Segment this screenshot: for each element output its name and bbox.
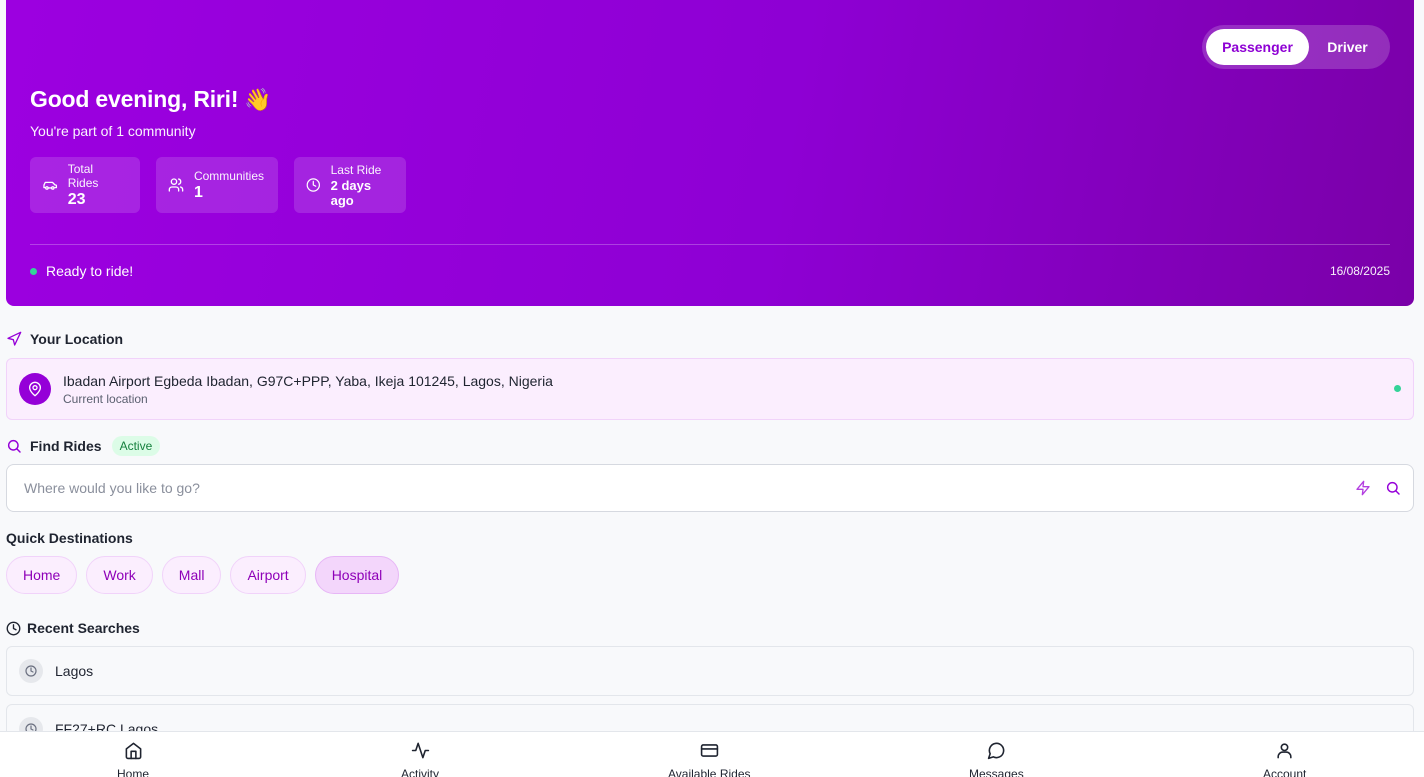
chip-mall[interactable]: Mall [161,556,222,594]
nav-label: Home [117,767,150,777]
community-subtitle: You're part of 1 community [30,123,196,139]
nav-account[interactable]: Account [1263,741,1306,777]
greeting-title: Good evening, Riri! [30,86,239,112]
status-text: Ready to ride! [46,263,134,279]
card-icon [700,744,718,757]
recent-search-text: Lagos [55,663,94,679]
search-icon[interactable] [1385,480,1401,496]
quick-destination-chips: Home Work Mall Airport Hospital [6,556,400,594]
zap-icon[interactable] [1355,480,1371,496]
search-icon [7,439,21,453]
users-icon [168,178,184,192]
nav-home[interactable]: Home [117,741,149,777]
nav-activity[interactable]: Activity [401,741,439,777]
navigation-icon [7,331,22,346]
your-location-header: Your Location [6,331,123,347]
nav-label: Messages [969,767,1024,777]
ride-status: Ready to ride! [30,263,133,279]
current-location-card[interactable]: Ibadan Airport Egbeda Ibadan, G97C+PPP, … [6,358,1414,420]
quick-destinations-header: Quick Destinations [6,530,133,546]
history-icon [19,659,43,683]
destination-search-input[interactable] [24,477,1324,499]
mode-toggle: Passenger Driver [1202,25,1390,69]
passenger-mode-button[interactable]: Passenger [1206,29,1309,65]
location-address: Ibadan Airport Egbeda Ibadan, G97C+PPP, … [63,373,553,389]
status-badge: Active [111,436,161,456]
stat-label: Communities [193,168,264,183]
home-icon [125,742,141,760]
hero-divider [30,244,1390,245]
hero-banner: Passenger Driver Good evening, Riri! 👋 Y… [6,0,1414,306]
stat-communities: Communities 1 [156,157,278,213]
map-pin-icon [19,373,51,405]
message-circle-icon [987,742,1005,760]
stat-label: Total Rides [67,161,99,190]
stat-value: 23 [67,190,86,208]
activity-icon [411,742,429,759]
stat-value: 1 [193,183,203,201]
current-date: 16/08/2025 [1329,264,1390,278]
stat-value: 2 days ago [330,177,372,208]
user-icon [1277,743,1292,759]
clock-icon [6,621,21,635]
section-title: Find Rides [30,438,102,454]
chip-airport[interactable]: Airport [230,556,306,594]
destination-search-box [6,464,1414,512]
nav-label: Activity [401,767,440,777]
section-title: Recent Searches [27,620,140,636]
nav-label: Account [1263,767,1307,777]
stat-last-ride: Last Ride 2 days ago [294,157,406,213]
location-caption: Current location [63,392,148,406]
nav-label: Available Rides [668,767,751,777]
status-dot [30,267,37,275]
stats-row: Total Rides 23 Communities 1 Last Ride 2… [30,157,406,213]
nav-messages[interactable]: Messages [969,741,1024,777]
location-status-dot [1394,385,1401,392]
nav-available-rides[interactable]: Available Rides [668,741,751,777]
car-icon [43,181,58,190]
driver-mode-button[interactable]: Driver [1309,29,1386,65]
recent-searches-header: Recent Searches [6,620,140,636]
recent-search-item[interactable]: Lagos [6,646,1414,696]
chip-home[interactable]: Home [6,556,78,594]
stat-total-rides: Total Rides 23 [30,157,140,213]
section-title: Your Location [30,331,124,347]
find-rides-header: Find Rides Active [6,436,161,456]
clock-icon [306,178,321,192]
stat-label: Last Ride [330,162,382,177]
greeting: Good evening, Riri! 👋 [30,86,272,113]
chip-work[interactable]: Work [86,556,153,594]
section-title: Quick Destinations [6,530,133,546]
bottom-navigation: Home Activity Available Rides Messages A… [0,731,1424,777]
wave-emoji: 👋 [244,86,272,112]
chip-hospital[interactable]: Hospital [314,556,400,594]
